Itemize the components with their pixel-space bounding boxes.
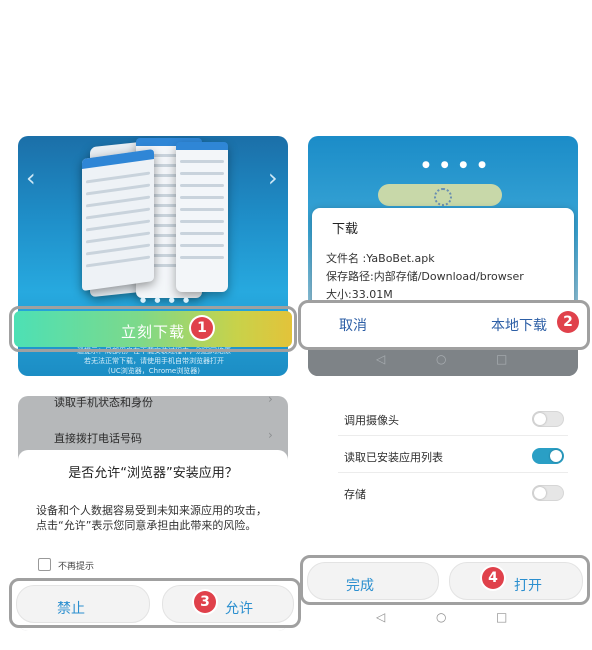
dialog-title: 是否允许“浏览器”安装应用？ bbox=[68, 466, 238, 481]
app-preview-phone bbox=[176, 142, 228, 292]
camera-toggle[interactable] bbox=[532, 411, 564, 427]
done-button[interactable]: 完成 bbox=[307, 562, 439, 600]
local-download-button[interactable]: 本地下载 bbox=[491, 315, 547, 335]
dialog-body: 设备和个人数据容易受到未知来源应用的攻击，点击“允许”表示您同意承担由此带来的风… bbox=[36, 504, 267, 532]
permission-label: 读取已安装应用列表 bbox=[344, 451, 443, 464]
dialog-title: 下载 bbox=[332, 222, 359, 237]
back-icon[interactable]: ◁ bbox=[376, 352, 385, 366]
chevron-right-icon: › bbox=[268, 396, 273, 406]
cancel-button[interactable]: 取消 bbox=[339, 315, 367, 335]
recent-apps-icon[interactable]: □ bbox=[496, 610, 507, 624]
save-path: 保存路径:内部存储/Download/browser bbox=[326, 270, 524, 283]
dont-remind-checkbox[interactable] bbox=[38, 558, 51, 571]
home-icon[interactable]: ○ bbox=[436, 610, 446, 624]
allow-label: 允许 bbox=[225, 601, 253, 617]
permission-label: 调用摄像头 bbox=[344, 414, 399, 427]
dialog-actions-highlight: 取消 本地下载 bbox=[298, 300, 590, 350]
open-label: 打开 bbox=[514, 578, 542, 594]
file-name: 文件名 :YaBoBet.apk bbox=[326, 252, 435, 265]
download-now-label: 立刻下载 bbox=[120, 323, 185, 341]
permission-label: 存储 bbox=[344, 488, 366, 501]
carousel-dots: ● ● ● ● bbox=[422, 160, 490, 170]
chevron-right-icon[interactable]: › bbox=[268, 164, 278, 192]
caption-line: (UC浏览器，Chrome浏览器) bbox=[108, 367, 200, 375]
loading-spinner-icon bbox=[434, 188, 452, 206]
step-badge-3: 3 bbox=[194, 591, 216, 613]
step-badge-4: 4 bbox=[482, 567, 504, 589]
app-preview-phone bbox=[82, 148, 154, 292]
storage-toggle[interactable] bbox=[532, 485, 564, 501]
chevron-left-icon[interactable]: ‹ bbox=[26, 164, 36, 192]
install-complete-highlight: 完成 打开 bbox=[300, 555, 590, 605]
dont-remind-label: 不再提示 bbox=[58, 562, 95, 572]
back-icon[interactable]: ◁ bbox=[376, 610, 385, 624]
download-now-highlight: 立刻下载 bbox=[9, 306, 297, 352]
allow-button[interactable]: 允许 bbox=[162, 585, 294, 623]
caption-line: 若无法正常下载，请使用手机自带浏览器打开 bbox=[84, 357, 224, 365]
done-label: 完成 bbox=[346, 578, 374, 594]
chevron-right-icon: › bbox=[268, 428, 273, 442]
forbid-button[interactable]: 禁止 bbox=[16, 585, 150, 623]
recent-apps-icon[interactable]: □ bbox=[496, 352, 507, 366]
app-list-toggle[interactable] bbox=[532, 448, 564, 464]
home-icon[interactable]: ○ bbox=[436, 352, 446, 366]
step-badge-2: 2 bbox=[557, 311, 579, 333]
permission-item: 直接拨打电话号码 bbox=[54, 432, 142, 445]
forbid-label: 禁止 bbox=[57, 601, 85, 617]
open-button[interactable]: 打开 bbox=[449, 562, 583, 600]
download-now-button[interactable]: 立刻下载 bbox=[14, 311, 292, 347]
carousel-dots: ● ● ● ● bbox=[140, 296, 193, 304]
step-badge-1: 1 bbox=[191, 317, 213, 339]
permission-item: 读取手机状态和身份 bbox=[54, 396, 153, 409]
permission-actions-highlight: 禁止 允许 bbox=[9, 578, 301, 628]
